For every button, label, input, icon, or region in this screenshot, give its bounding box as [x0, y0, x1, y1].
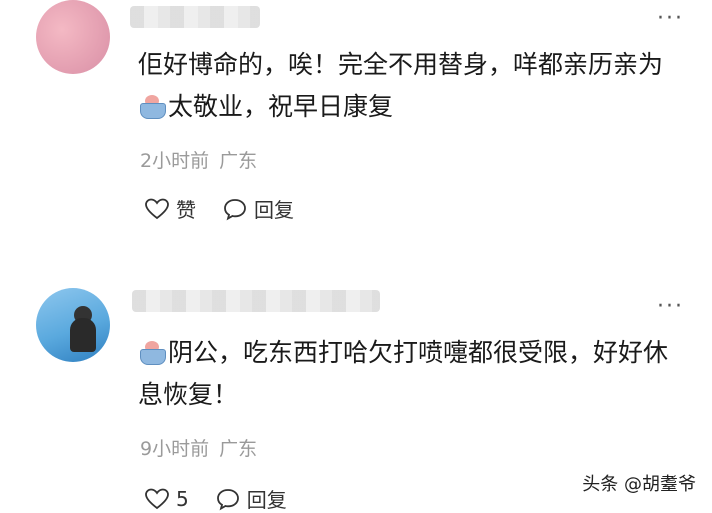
comment-meta: 2小时前 广东 [140, 146, 257, 173]
comment-time: 2小时前 [140, 150, 210, 172]
reply-button[interactable]: 回复 [222, 194, 294, 223]
like-button[interactable]: 5 [144, 487, 189, 511]
comment-region: 广东 [219, 150, 258, 172]
reply-button[interactable]: 回复 [215, 484, 287, 513]
username-blurred [132, 290, 380, 312]
comment-actions: 5 回复 [144, 484, 313, 513]
reply-label: 回复 [254, 198, 294, 222]
comment-text-part: 太敬业，祝早日康复 [168, 92, 394, 121]
bath-emoji-icon [138, 339, 166, 365]
heart-outline-icon [145, 488, 169, 509]
comment-meta: 9小时前 广东 [140, 434, 257, 461]
comment-text-part: 阴公，吃东西打哈欠打喷嚏都很受限，好好休息恢复！ [138, 338, 669, 409]
comment-text-part: 佢好博命的，唉！完全不用替身，咩都亲历亲为 [138, 50, 664, 79]
heart-outline-icon [145, 198, 169, 219]
speech-bubble-icon [216, 488, 239, 510]
avatar[interactable] [36, 0, 110, 74]
like-button[interactable]: 赞 [144, 194, 196, 223]
comment-text: 阴公，吃东西打哈欠打喷嚏都很受限，好好休息恢复！ [138, 332, 686, 416]
more-dots-icon[interactable]: ··· [657, 296, 684, 318]
like-label: 赞 [176, 198, 196, 222]
avatar[interactable] [36, 288, 110, 362]
more-dots-icon[interactable]: ··· [657, 8, 684, 30]
comment-region: 广东 [219, 438, 258, 460]
reply-label: 回复 [246, 488, 287, 512]
speech-bubble-icon [224, 198, 246, 220]
comment-actions: 赞 回复 [144, 194, 320, 223]
watermark: 头条 @胡耋爷 [582, 474, 696, 495]
comment-time: 9小时前 [140, 438, 210, 460]
comment-item: ··· 佢好博命的，唉！完全不用替身，咩都亲历亲为太敬业，祝早日康复 2小时前广… [0, 0, 712, 248]
bath-emoji-icon [138, 93, 166, 119]
like-count: 5 [176, 486, 189, 511]
username-blurred [130, 6, 260, 28]
comment-text: 佢好博命的，唉！完全不用替身，咩都亲历亲为太敬业，祝早日康复 [138, 44, 686, 128]
